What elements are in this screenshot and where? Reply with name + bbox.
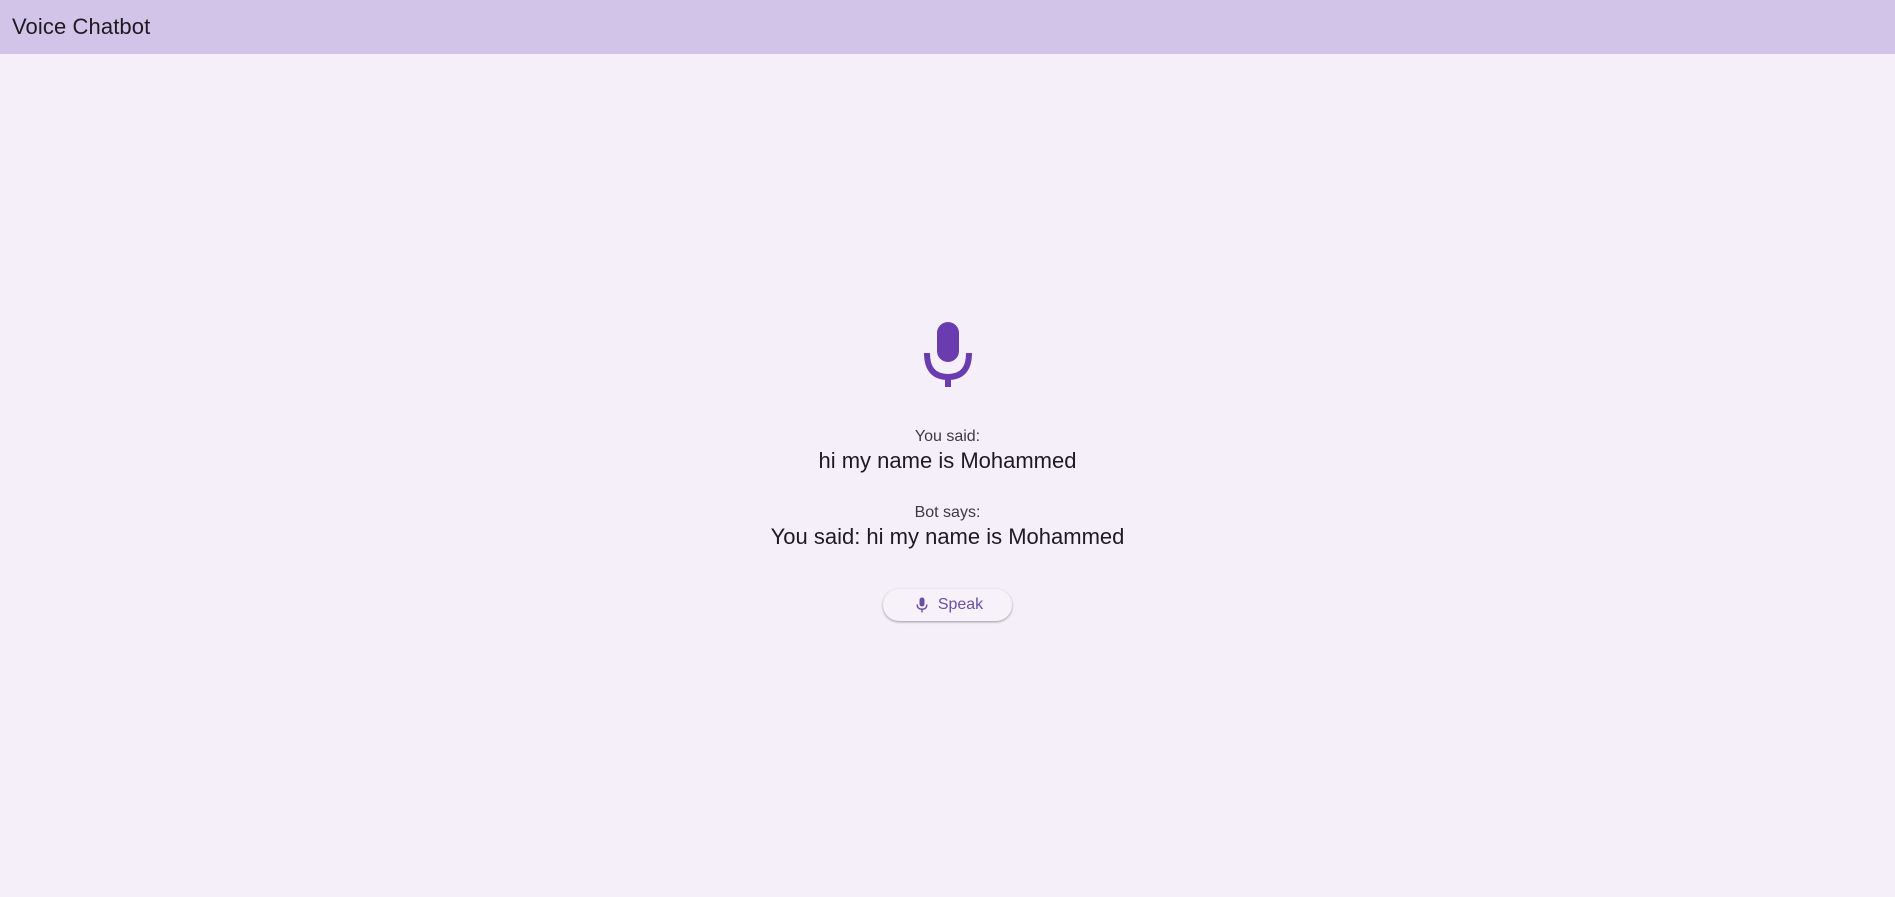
user-transcript: hi my name is Mohammed <box>818 448 1077 473</box>
microphone-icon <box>916 597 928 613</box>
speak-button[interactable]: Speak <box>882 589 1013 621</box>
microphone-icon <box>923 322 972 387</box>
app-title: Voice Chatbot <box>12 14 151 39</box>
bot-response: You said: hi my name is Mohammed <box>770 524 1125 549</box>
speak-button-label: Speak <box>937 596 984 613</box>
app-bar: Voice Chatbot <box>0 0 1895 54</box>
user-label: You said: <box>914 428 981 445</box>
bot-label: Bot says: <box>914 504 981 521</box>
chat-area: You said: hi my name is Mohammed Bot say… <box>0 320 1895 621</box>
